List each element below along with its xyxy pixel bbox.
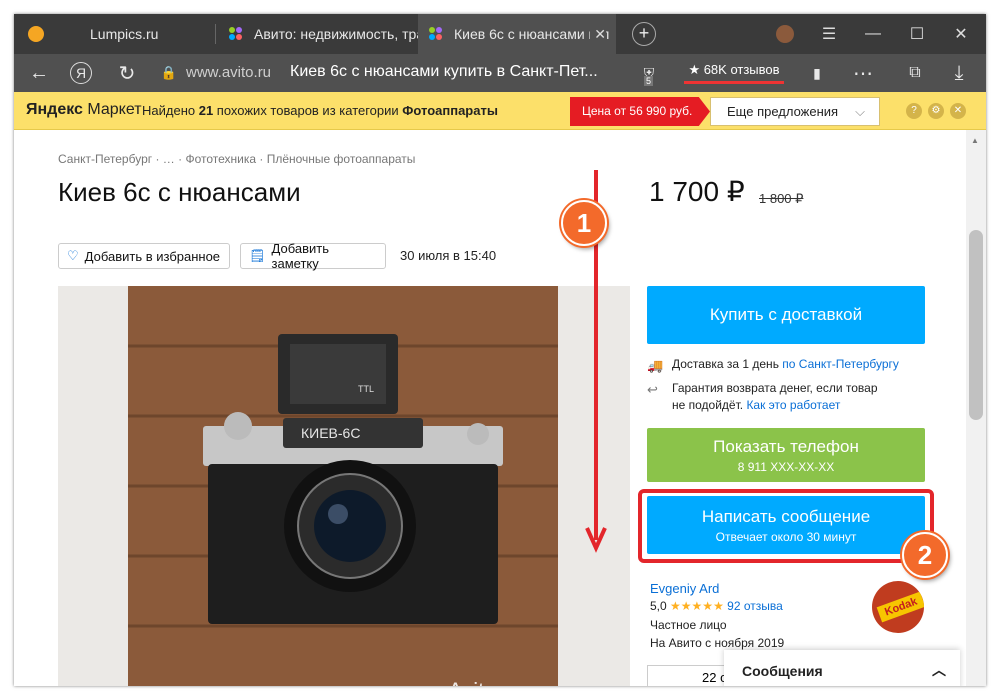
publish-date: 30 июля в 15:40 bbox=[400, 248, 497, 263]
page-title: Киев 6с с нюансами bbox=[58, 177, 301, 207]
svg-text:TTL: TTL bbox=[358, 384, 374, 394]
price: 1 700 ₽ bbox=[649, 176, 745, 207]
page-content: Санкт-Петербург · … · Фототехника · Плён… bbox=[14, 130, 986, 686]
seller-rating: 5,0 ★★★★★ 92 отзыва bbox=[650, 599, 783, 613]
yandex-icon[interactable]: Я bbox=[70, 62, 92, 84]
tab-title: Авито: недвижимость, тра bbox=[254, 26, 418, 42]
protect-badge: 5 bbox=[644, 76, 654, 86]
svg-text:Avito: Avito bbox=[448, 678, 497, 686]
return-icon: ↩ bbox=[647, 382, 658, 397]
tab-bar: Lumpics.ru Авито: недвижимость, тра Киев… bbox=[14, 14, 986, 54]
close-tab-icon[interactable]: ✕ bbox=[590, 26, 606, 43]
download-icon[interactable]: ⤓ bbox=[946, 60, 972, 86]
collections-icon[interactable]: ⧉ bbox=[902, 60, 928, 86]
truck-icon: 🚚 bbox=[647, 358, 664, 373]
buy-delivery-button[interactable]: Купить с доставкой bbox=[647, 286, 925, 344]
scrollbar[interactable]: ▲ bbox=[966, 130, 986, 686]
rating-stars: ★★★★★ bbox=[670, 599, 724, 613]
highlight-frame bbox=[638, 489, 934, 563]
seller-avatar[interactable]: Kodak bbox=[872, 581, 924, 633]
reload-icon[interactable]: ↻ bbox=[114, 60, 140, 86]
found-products-text: Найдено 21 похожих товаров из категории … bbox=[142, 103, 498, 118]
delivery-info: Доставка за 1 день по Санкт-Петербургу bbox=[672, 357, 899, 371]
new-tab-button[interactable]: + bbox=[632, 22, 656, 46]
heart-icon: ♡ bbox=[67, 248, 79, 263]
tab-avito-listing[interactable]: Киев 6с с нюансами куп ✕ bbox=[418, 14, 616, 54]
breadcrumb[interactable]: Санкт-Петербург · … · Фототехника · Плён… bbox=[58, 152, 415, 166]
yandex-market-logo[interactable]: Яндекс Маркет bbox=[26, 101, 142, 119]
help-icon[interactable]: ? bbox=[906, 103, 922, 119]
lumpics-favicon-icon bbox=[28, 26, 44, 42]
bookmark-icon[interactable]: ▮ bbox=[804, 60, 830, 86]
minimize-icon[interactable]: — bbox=[850, 14, 896, 54]
seller-reviews-link[interactable]: 92 отзыва bbox=[727, 599, 783, 613]
step-2-badge: 2 bbox=[902, 532, 948, 578]
tab-title: Киев 6с с нюансами куп bbox=[454, 26, 610, 42]
tab-lumpics[interactable]: Lumpics.ru bbox=[14, 14, 214, 54]
show-phone-button[interactable]: Показать телефон 8 911 XXX-XX-XX bbox=[647, 428, 925, 482]
browser-window: Lumpics.ru Авито: недвижимость, тра Киев… bbox=[14, 14, 986, 686]
price-from-badge[interactable]: Цена от 56 990 руб. bbox=[570, 97, 710, 126]
tab-avito-home[interactable]: Авито: недвижимость, тра bbox=[218, 14, 418, 54]
profile-avatar-icon[interactable] bbox=[762, 14, 808, 54]
yandex-market-bar: Яндекс Маркет Найдено 21 похожих товаров… bbox=[14, 92, 986, 130]
avito-favicon-icon bbox=[229, 27, 242, 40]
guarantee-info: Гарантия возврата денег, если товар не п… bbox=[672, 381, 878, 412]
seller-type: Частное лицо bbox=[650, 618, 727, 632]
reviews-button[interactable]: ★ 68K отзывов bbox=[684, 60, 784, 84]
navigation-bar: ← Я ↻ 🔒 www.avito.ru Киев 6с с нюансами … bbox=[14, 54, 986, 92]
more-icon[interactable]: ⋯ bbox=[850, 60, 876, 86]
close-icon[interactable]: ✕ bbox=[950, 103, 966, 119]
messages-panel[interactable]: Сообщения ︿ bbox=[724, 650, 960, 686]
camera-image: TTL КИЕВ-6С Avito bbox=[58, 286, 630, 686]
old-price: 1 800 ₽ bbox=[759, 191, 804, 206]
lock-icon[interactable]: 🔒 bbox=[156, 60, 182, 86]
scrollbar-thumb[interactable] bbox=[969, 230, 983, 420]
svg-text:КИЕВ-6С: КИЕВ-6С bbox=[301, 425, 360, 441]
note-icon: 🗒 bbox=[249, 248, 266, 263]
seller-name[interactable]: Evgeniy Ard bbox=[650, 581, 719, 596]
more-offers-dropdown[interactable]: Еще предложения ⌵ bbox=[710, 97, 880, 126]
back-icon[interactable]: ← bbox=[26, 60, 52, 86]
maximize-icon[interactable]: ☐ bbox=[894, 14, 940, 54]
address-page-title[interactable]: Киев 6с с нюансами купить в Санкт-Пет... bbox=[290, 63, 598, 81]
product-photo[interactable]: TTL КИЕВ-6С Avito bbox=[58, 286, 630, 686]
delivery-link[interactable]: по Санкт-Петербургу bbox=[782, 357, 899, 371]
step-1-badge: 1 bbox=[561, 200, 607, 246]
avito-favicon-icon bbox=[429, 27, 442, 40]
close-window-icon[interactable]: ✕ bbox=[938, 14, 984, 54]
settings-icon[interactable]: ⚙ bbox=[928, 103, 944, 119]
tab-title: Lumpics.ru bbox=[90, 26, 159, 42]
how-it-works-link[interactable]: Как это работает bbox=[746, 398, 840, 412]
chevron-down-icon: ⌵ bbox=[855, 104, 865, 119]
seller-since: На Авито с ноября 2019 bbox=[650, 636, 785, 650]
add-favorite-button[interactable]: ♡ Добавить в избранное bbox=[58, 243, 230, 269]
menu-icon[interactable]: ☰ bbox=[806, 14, 852, 54]
add-note-button[interactable]: 🗒 Добавить заметку bbox=[240, 241, 386, 271]
chevron-up-icon[interactable]: ︿ bbox=[932, 660, 946, 680]
address-domain[interactable]: www.avito.ru bbox=[186, 64, 271, 81]
